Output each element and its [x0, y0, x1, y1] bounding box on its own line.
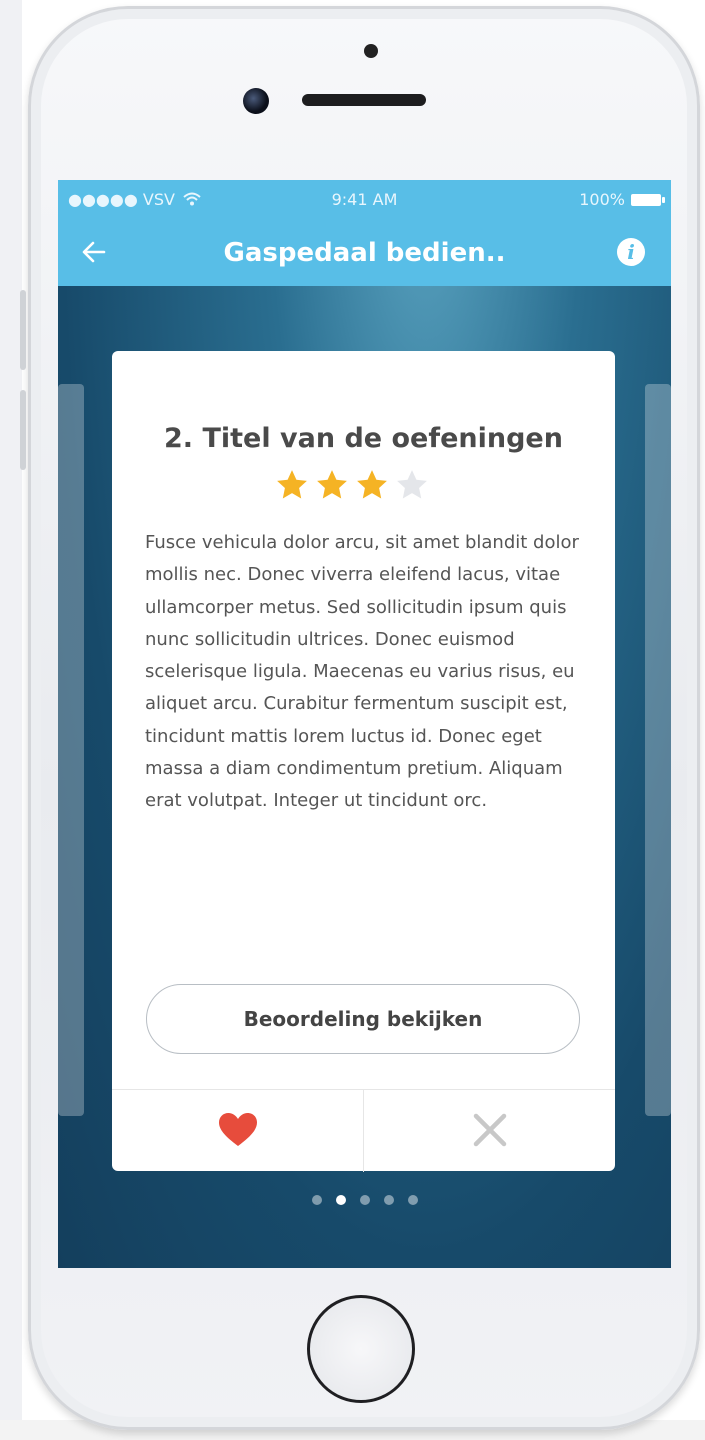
view-review-button[interactable]: Beoordeling bekijken [146, 984, 580, 1054]
page-dot[interactable] [335, 1195, 346, 1205]
nav-bar: Gaspedaal bedien.. i [58, 220, 671, 286]
previous-card-peek[interactable] [58, 384, 84, 1116]
phone-side-button [20, 390, 26, 470]
exercise-card: 2. Titel van de oefeningen Fusce vehicul… [112, 351, 615, 1172]
page-dot[interactable] [383, 1195, 394, 1205]
background-strip [0, 0, 22, 1440]
info-icon[interactable]: i [617, 238, 645, 266]
app-screen: ●●●●● VSV 9:41 AM 100% Gaspedaal bedien.… [58, 180, 671, 1268]
close-icon [473, 1113, 507, 1147]
home-button[interactable] [307, 1295, 415, 1403]
page-title: Gaspedaal bedien.. [223, 238, 506, 268]
battery-icon [631, 193, 665, 206]
card-title: 2. Titel van de oefeningen [164, 423, 563, 454]
status-battery: 100% [579, 190, 665, 209]
status-bar: ●●●●● VSV 9:41 AM 100% [58, 180, 671, 220]
page-indicator [58, 1195, 671, 1205]
dismiss-button[interactable] [364, 1090, 615, 1172]
star-empty-icon [397, 470, 427, 499]
page-dot[interactable] [407, 1195, 418, 1205]
page-dot[interactable] [311, 1195, 322, 1205]
star-filled-icon [277, 470, 307, 499]
phone-camera [243, 88, 269, 114]
star-rating [275, 468, 429, 502]
heart-icon [219, 1113, 257, 1146]
star-filled-icon [317, 470, 347, 499]
next-card-peek[interactable] [645, 384, 671, 1116]
phone-sensor [364, 44, 378, 58]
card-description: Fusce vehicula dolor arcu, sit amet blan… [145, 532, 579, 812]
card-actions [112, 1089, 615, 1172]
page-dot[interactable] [359, 1195, 370, 1205]
phone-speaker [302, 94, 426, 106]
phone-side-button [20, 290, 26, 370]
star-filled-icon [357, 470, 387, 499]
like-button[interactable] [112, 1090, 364, 1172]
battery-label: 100% [579, 190, 625, 209]
